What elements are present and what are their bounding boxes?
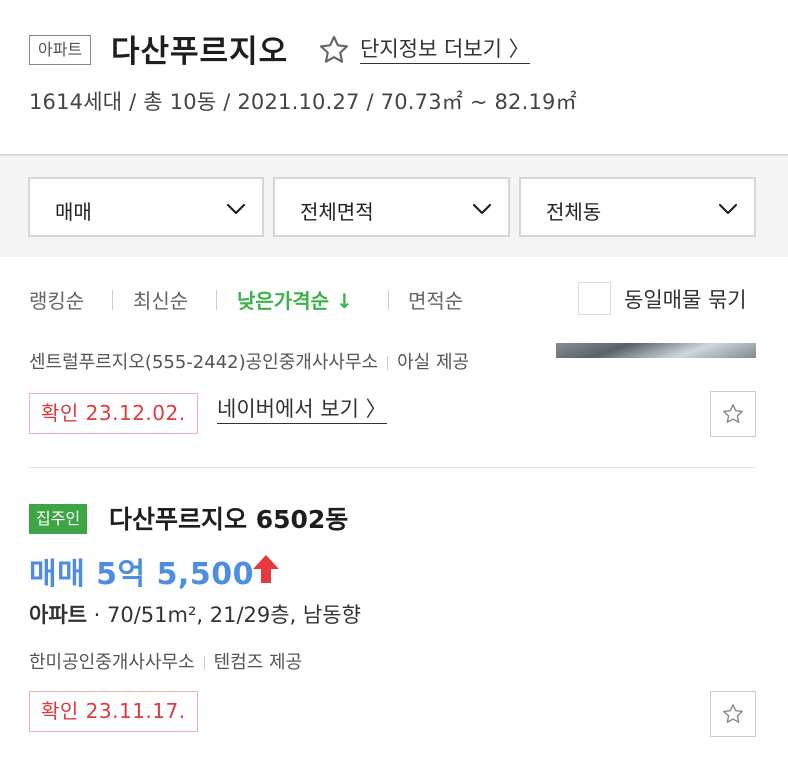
chevron-down-icon [226,203,246,215]
chevron-down-icon [472,203,492,215]
data-provider: 아실 제공 [397,352,470,373]
sort-low-price[interactable]: 낮은가격순 ↓ [237,285,353,314]
confirmed-date-badge: 확인 23.11.17. [29,691,198,732]
complex-info-more-link[interactable]: 단지정보 더보기 〉 [360,36,530,64]
trade-type-select[interactable]: 매매 [28,177,264,237]
complex-header: 아파트 다산푸르지오 단지정보 더보기 〉 1614세대 / 총 10동 / 2… [0,0,788,154]
agency-name: 한미공인중개사사무소 [29,652,195,673]
data-provider: 텐컴즈 제공 [213,652,303,673]
complex-type-badge: 아파트 [29,35,92,65]
listing-photo[interactable] [556,343,756,358]
star-icon[interactable] [317,33,351,67]
listing-price: 매매 5억 5,500 [29,557,254,592]
trade-type-select-label: 매매 [55,200,92,224]
sort-divider [112,290,113,310]
sort-ranking[interactable]: 랭킹순 [29,285,84,314]
listing-list: 센트럴푸르지오(555-2442)공인중개사사무소 아실 제공 확인 23.12.… [0,343,788,764]
view-on-naver-link[interactable]: 네이버에서 보기 〉 [217,395,387,424]
sort-latest[interactable]: 최신순 [133,285,188,314]
chevron-down-icon [718,203,738,215]
favorite-button[interactable] [710,691,756,737]
listing-agency-line: 한미공인중개사사무소 텐컴즈 제공 [29,648,302,674]
complex-title: 다산푸르지오 [111,34,289,70]
confirmed-date-badge: 확인 23.12.02. [29,393,198,434]
area-select-label: 전체면적 [300,200,374,224]
building-select-label: 전체동 [546,200,602,224]
group-listings-checkbox[interactable] [578,282,611,315]
property-kind: 아파트 [29,603,87,627]
filter-bar: 매매 전체면적 전체동 [0,154,788,257]
sort-bar: 랭킹순 최신순 낮은가격순 ↓ 면적순 동일매물 묶기 [0,257,788,343]
listing-divider [29,467,756,468]
complex-summary: 1614세대 / 총 10동 / 2021.10.27 / 70.73㎡ ~ 8… [29,90,577,114]
listing-agency-line: 센트럴푸르지오(555-2442)공인중개사사무소 아실 제공 [29,348,469,374]
property-spec: · 70/51m², 21/29층, 남동향 [86,603,361,627]
star-icon [723,404,743,423]
favorite-button[interactable] [710,391,756,437]
sort-divider [216,290,217,310]
sort-area[interactable]: 면적순 [408,285,463,314]
listing-title[interactable]: 다산푸르지오 6502동 [109,500,348,536]
group-listings-label[interactable]: 동일매물 묶기 [624,284,747,314]
separator [203,656,205,670]
agency-name: 센트럴푸르지오(555-2442)공인중개사사무소 [29,352,379,373]
sort-divider [388,290,389,310]
building-select[interactable]: 전체동 [519,177,756,237]
listing-detail: 아파트 · 70/51m², 21/29층, 남동향 [29,599,361,629]
arrow-up-icon [253,555,279,583]
star-icon [723,704,743,723]
area-select[interactable]: 전체면적 [273,177,510,237]
owner-badge: 집주인 [29,504,88,534]
separator [387,356,389,370]
